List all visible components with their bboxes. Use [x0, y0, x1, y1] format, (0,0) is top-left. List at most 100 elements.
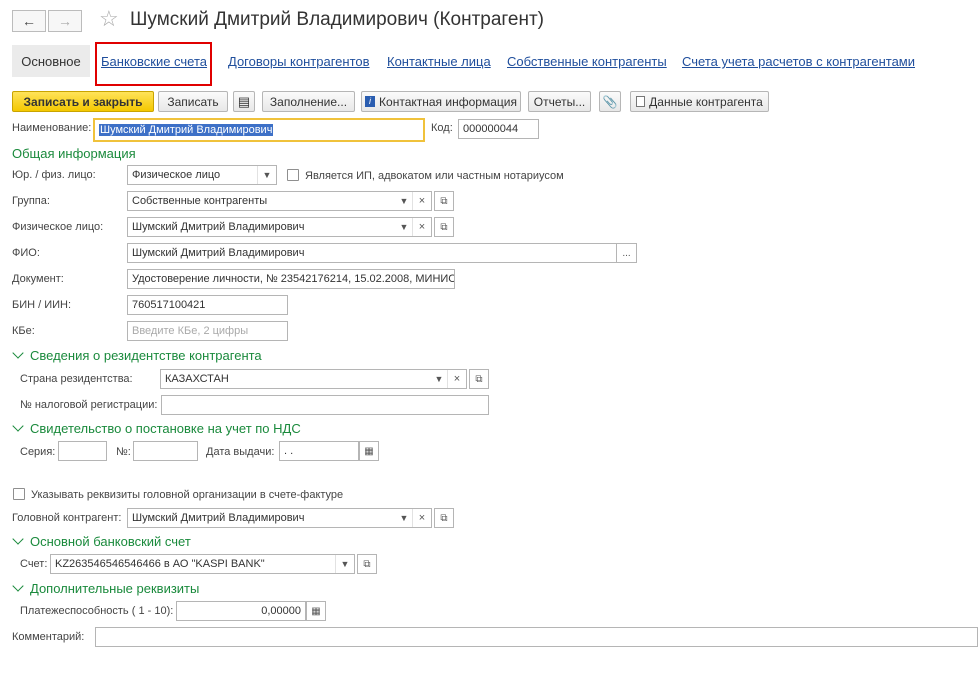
- list-icon: ▤: [237, 94, 251, 109]
- document-input[interactable]: Удостоверение личности, № 23542176214, 1…: [127, 269, 455, 289]
- tax-reg-input[interactable]: [161, 395, 489, 415]
- chevron-down-icon[interactable]: ▼: [257, 166, 276, 184]
- tab-contact-persons[interactable]: Контактные лица: [387, 54, 491, 69]
- chevron-down-icon[interactable]: ▼: [395, 218, 413, 236]
- comment-input[interactable]: [95, 627, 978, 647]
- tab-main[interactable]: Основное: [12, 45, 90, 77]
- open-country-button[interactable]: ⧉: [469, 369, 489, 389]
- head-org-checkbox[interactable]: [13, 488, 25, 500]
- account-label: Счет:: [20, 558, 48, 570]
- code-input[interactable]: 000000044: [458, 119, 539, 139]
- attach-button[interactable]: 📎: [599, 91, 621, 112]
- ip-checkbox[interactable]: [287, 169, 299, 181]
- open-person-button[interactable]: ⧉: [434, 217, 454, 237]
- open-account-button[interactable]: ⧉: [357, 554, 377, 574]
- solvency-label: Платежеспособность ( 1 - 10):: [20, 605, 174, 617]
- tab-settlement-accounts[interactable]: Счета учета расчетов с контрагентами: [682, 54, 915, 69]
- fio-more-button[interactable]: ...: [616, 243, 637, 263]
- chevron-down-icon[interactable]: ▼: [395, 192, 413, 210]
- info-icon: i: [365, 96, 376, 107]
- series-label: Серия:: [20, 446, 56, 458]
- name-label: Наименование:: [12, 122, 92, 134]
- calendar-button[interactable]: ▦: [359, 441, 379, 461]
- open-icon: ⧉: [363, 558, 371, 570]
- window-title: Шумский Дмитрий Владимирович (Контрагент…: [130, 9, 545, 30]
- calculator-button[interactable]: ▦: [306, 601, 326, 621]
- save-and-close-button[interactable]: Записать и закрыть: [12, 91, 154, 112]
- kbe-label: КБе:: [12, 325, 35, 337]
- legal-type-label: Юр. / физ. лицо:: [12, 169, 96, 181]
- reports-button[interactable]: Отчеты...: [528, 91, 591, 112]
- bin-label: БИН / ИИН:: [12, 299, 72, 311]
- legal-type-select[interactable]: Физическое лицо ▼: [127, 165, 277, 185]
- number-label: №:: [116, 446, 131, 458]
- fill-button[interactable]: Заполнение...: [262, 91, 355, 112]
- save-button[interactable]: Записать: [158, 91, 228, 112]
- bank-section-title[interactable]: Основной банковский счет: [12, 533, 191, 549]
- extra-section-label: Дополнительные реквизиты: [30, 581, 200, 596]
- name-input[interactable]: Шумский Дмитрий Владимирович: [93, 118, 425, 142]
- counterparty-data-button[interactable]: Данные контрагента: [630, 91, 769, 112]
- chevron-down-icon: [12, 420, 24, 432]
- vat-section-title[interactable]: Свидетельство о постановке на учет по НД…: [12, 420, 301, 436]
- list-button[interactable]: ▤: [233, 91, 255, 112]
- account-select[interactable]: KZ263546546546466 в АО "KASPI BANK" ▼: [50, 554, 355, 574]
- contact-info-button[interactable]: i Контактная информация: [361, 91, 521, 112]
- person-value: Шумский Дмитрий Владимирович: [132, 221, 305, 233]
- country-select[interactable]: КАЗАХСТАН ▼ ×: [160, 369, 467, 389]
- head-counterparty-value: Шумский Дмитрий Владимирович: [132, 512, 305, 524]
- general-section-title: Общая информация: [12, 146, 136, 161]
- clear-icon[interactable]: ×: [447, 370, 466, 388]
- arrow-left-icon: ←: [22, 13, 36, 29]
- open-icon: ⧉: [440, 512, 448, 524]
- counterparty-data-label: Данные контрагента: [649, 94, 763, 109]
- issue-date-input[interactable]: . .: [279, 441, 359, 461]
- contact-info-label: Контактная информация: [379, 94, 517, 109]
- tax-reg-label: № налоговой регистрации:: [20, 399, 158, 411]
- tab-bank-accounts[interactable]: Банковские счета: [101, 54, 207, 69]
- calculator-icon: ▦: [311, 605, 321, 617]
- account-value: KZ263546546546466 в АО "KASPI BANK": [55, 558, 265, 570]
- chevron-down-icon: [12, 347, 24, 359]
- vat-section-label: Свидетельство о постановке на учет по НД…: [30, 421, 301, 436]
- residency-section-label: Сведения о резидентстве контрагента: [30, 348, 262, 363]
- head-org-checkbox-label: Указывать реквизиты головной организации…: [31, 489, 344, 501]
- group-select[interactable]: Собственные контрагенты ▼ ×: [127, 191, 432, 211]
- star-icon[interactable]: ☆: [99, 6, 119, 32]
- tab-contracts[interactable]: Договоры контрагентов: [228, 54, 370, 69]
- chevron-down-icon: [12, 580, 24, 592]
- open-icon: ⧉: [440, 195, 448, 207]
- kbe-input[interactable]: Введите КБе, 2 цифры: [127, 321, 288, 341]
- open-head-counterparty-button[interactable]: ⧉: [434, 508, 454, 528]
- person-select[interactable]: Шумский Дмитрий Владимирович ▼ ×: [127, 217, 432, 237]
- forward-button[interactable]: →: [48, 10, 82, 32]
- clear-icon[interactable]: ×: [412, 218, 431, 236]
- chevron-down-icon[interactable]: ▼: [395, 509, 413, 527]
- solvency-input[interactable]: 0,00000: [176, 601, 306, 621]
- extra-section-title[interactable]: Дополнительные реквизиты: [12, 580, 200, 596]
- country-value: КАЗАХСТАН: [165, 373, 229, 385]
- number-input[interactable]: [133, 441, 198, 461]
- code-label: Код:: [431, 122, 453, 134]
- head-counterparty-select[interactable]: Шумский Дмитрий Владимирович ▼ ×: [127, 508, 432, 528]
- chevron-down-icon: [12, 533, 24, 545]
- calendar-icon: ▦: [364, 445, 374, 457]
- fio-input[interactable]: Шумский Дмитрий Владимирович: [127, 243, 617, 263]
- clear-icon[interactable]: ×: [412, 192, 431, 210]
- ip-checkbox-label: Является ИП, адвокатом или частным нотар…: [305, 170, 564, 182]
- document-label: Документ:: [12, 273, 64, 285]
- open-icon: ⧉: [440, 221, 448, 233]
- chevron-down-icon[interactable]: ▼: [430, 370, 448, 388]
- bank-section-label: Основной банковский счет: [30, 534, 191, 549]
- back-button[interactable]: ←: [12, 10, 46, 32]
- clear-icon[interactable]: ×: [412, 509, 431, 527]
- series-input[interactable]: [58, 441, 107, 461]
- head-counterparty-label: Головной контрагент:: [12, 512, 122, 524]
- residency-section-title[interactable]: Сведения о резидентстве контрагента: [12, 347, 262, 363]
- tab-own-counterparties[interactable]: Собственные контрагенты: [507, 54, 667, 69]
- open-group-button[interactable]: ⧉: [434, 191, 454, 211]
- chevron-down-icon[interactable]: ▼: [335, 555, 354, 573]
- country-label: Страна резидентства:: [20, 373, 133, 385]
- comment-label: Комментарий:: [12, 631, 85, 643]
- bin-input[interactable]: 760517100421: [127, 295, 288, 315]
